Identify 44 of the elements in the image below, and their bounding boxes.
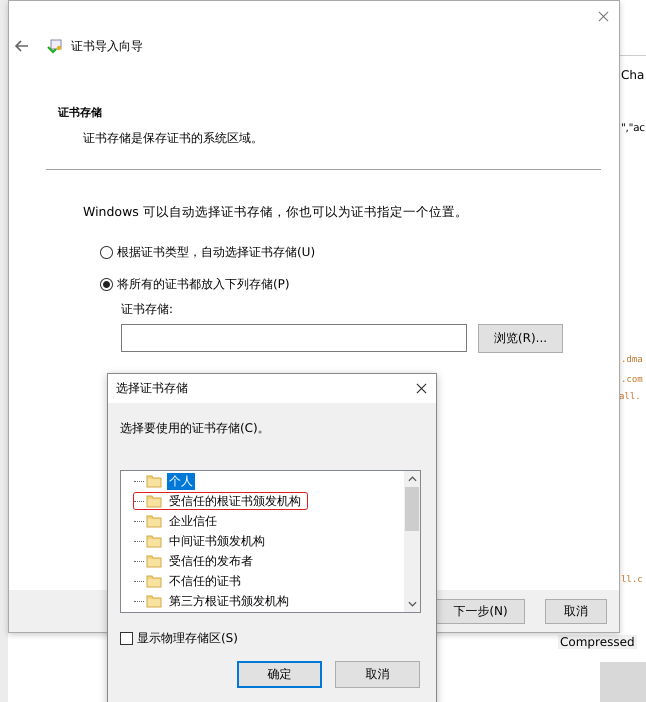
tree-item[interactable]: 第三方根证书颁发机构: [133, 592, 296, 610]
folder-icon: [146, 514, 162, 528]
prompt-text: 选择要使用的证书存储(C)。: [120, 420, 271, 437]
radio-option[interactable]: 根据证书类型，自动选择证书存储(U): [100, 243, 619, 261]
folder-icon: [146, 474, 162, 488]
tree-item[interactable]: 个人: [133, 472, 200, 490]
scroll-down-icon[interactable]: [408, 601, 416, 607]
tree-item[interactable]: 受信任的根证书颁发机构: [133, 492, 308, 510]
dialog-title: 选择证书存储: [116, 380, 188, 397]
background-text: Cha: [621, 68, 644, 82]
cancel-button[interactable]: 取消: [335, 661, 420, 688]
close-icon[interactable]: [416, 383, 427, 394]
tree-item[interactable]: 企业信任: [133, 512, 224, 530]
folder-icon: [146, 494, 162, 508]
background-text: ","ac: [621, 122, 645, 134]
intro-text: Windows 可以自动选择证书存储，你也可以为证书指定一个位置。: [83, 204, 469, 221]
cancel-button[interactable]: 取消: [545, 598, 607, 624]
tree-item[interactable]: 不信任的证书: [133, 572, 248, 590]
store-field[interactable]: [121, 324, 467, 352]
field-label: 证书存储:: [121, 301, 174, 318]
folder-icon: [146, 534, 162, 548]
scrollbar[interactable]: [404, 471, 420, 612]
folder-icon: [146, 594, 162, 608]
ok-button[interactable]: 确定: [237, 661, 322, 688]
background-text: Compressed: [558, 635, 637, 649]
background-text: all.: [619, 392, 641, 402]
background-text: .dma: [621, 355, 643, 365]
window-title: 证书导入向导: [71, 38, 143, 54]
folder-icon: [146, 554, 162, 568]
checkbox-option[interactable]: 显示物理存储区(S): [120, 630, 436, 646]
section-description: 证书存储是保存证书的系统区域。: [83, 130, 264, 147]
browse-button[interactable]: 浏览(R)...: [478, 324, 563, 353]
scroll-up-icon[interactable]: [408, 476, 416, 482]
radio-option[interactable]: 将所有的证书都放入下列存储(P): [100, 275, 619, 293]
section-heading: 证书存储: [58, 105, 103, 120]
next-button[interactable]: 下一步(N): [436, 598, 525, 624]
tree-item[interactable]: 中间证书颁发机构: [133, 532, 272, 550]
background-text: .com: [621, 375, 643, 385]
background-text: ll.c: [621, 575, 643, 585]
certificate-icon: [47, 38, 63, 54]
folder-icon: [146, 574, 162, 588]
panel-background: [600, 662, 646, 702]
tree-item[interactable]: 受信任的发布者: [133, 552, 260, 570]
back-arrow-icon[interactable]: [15, 40, 29, 52]
